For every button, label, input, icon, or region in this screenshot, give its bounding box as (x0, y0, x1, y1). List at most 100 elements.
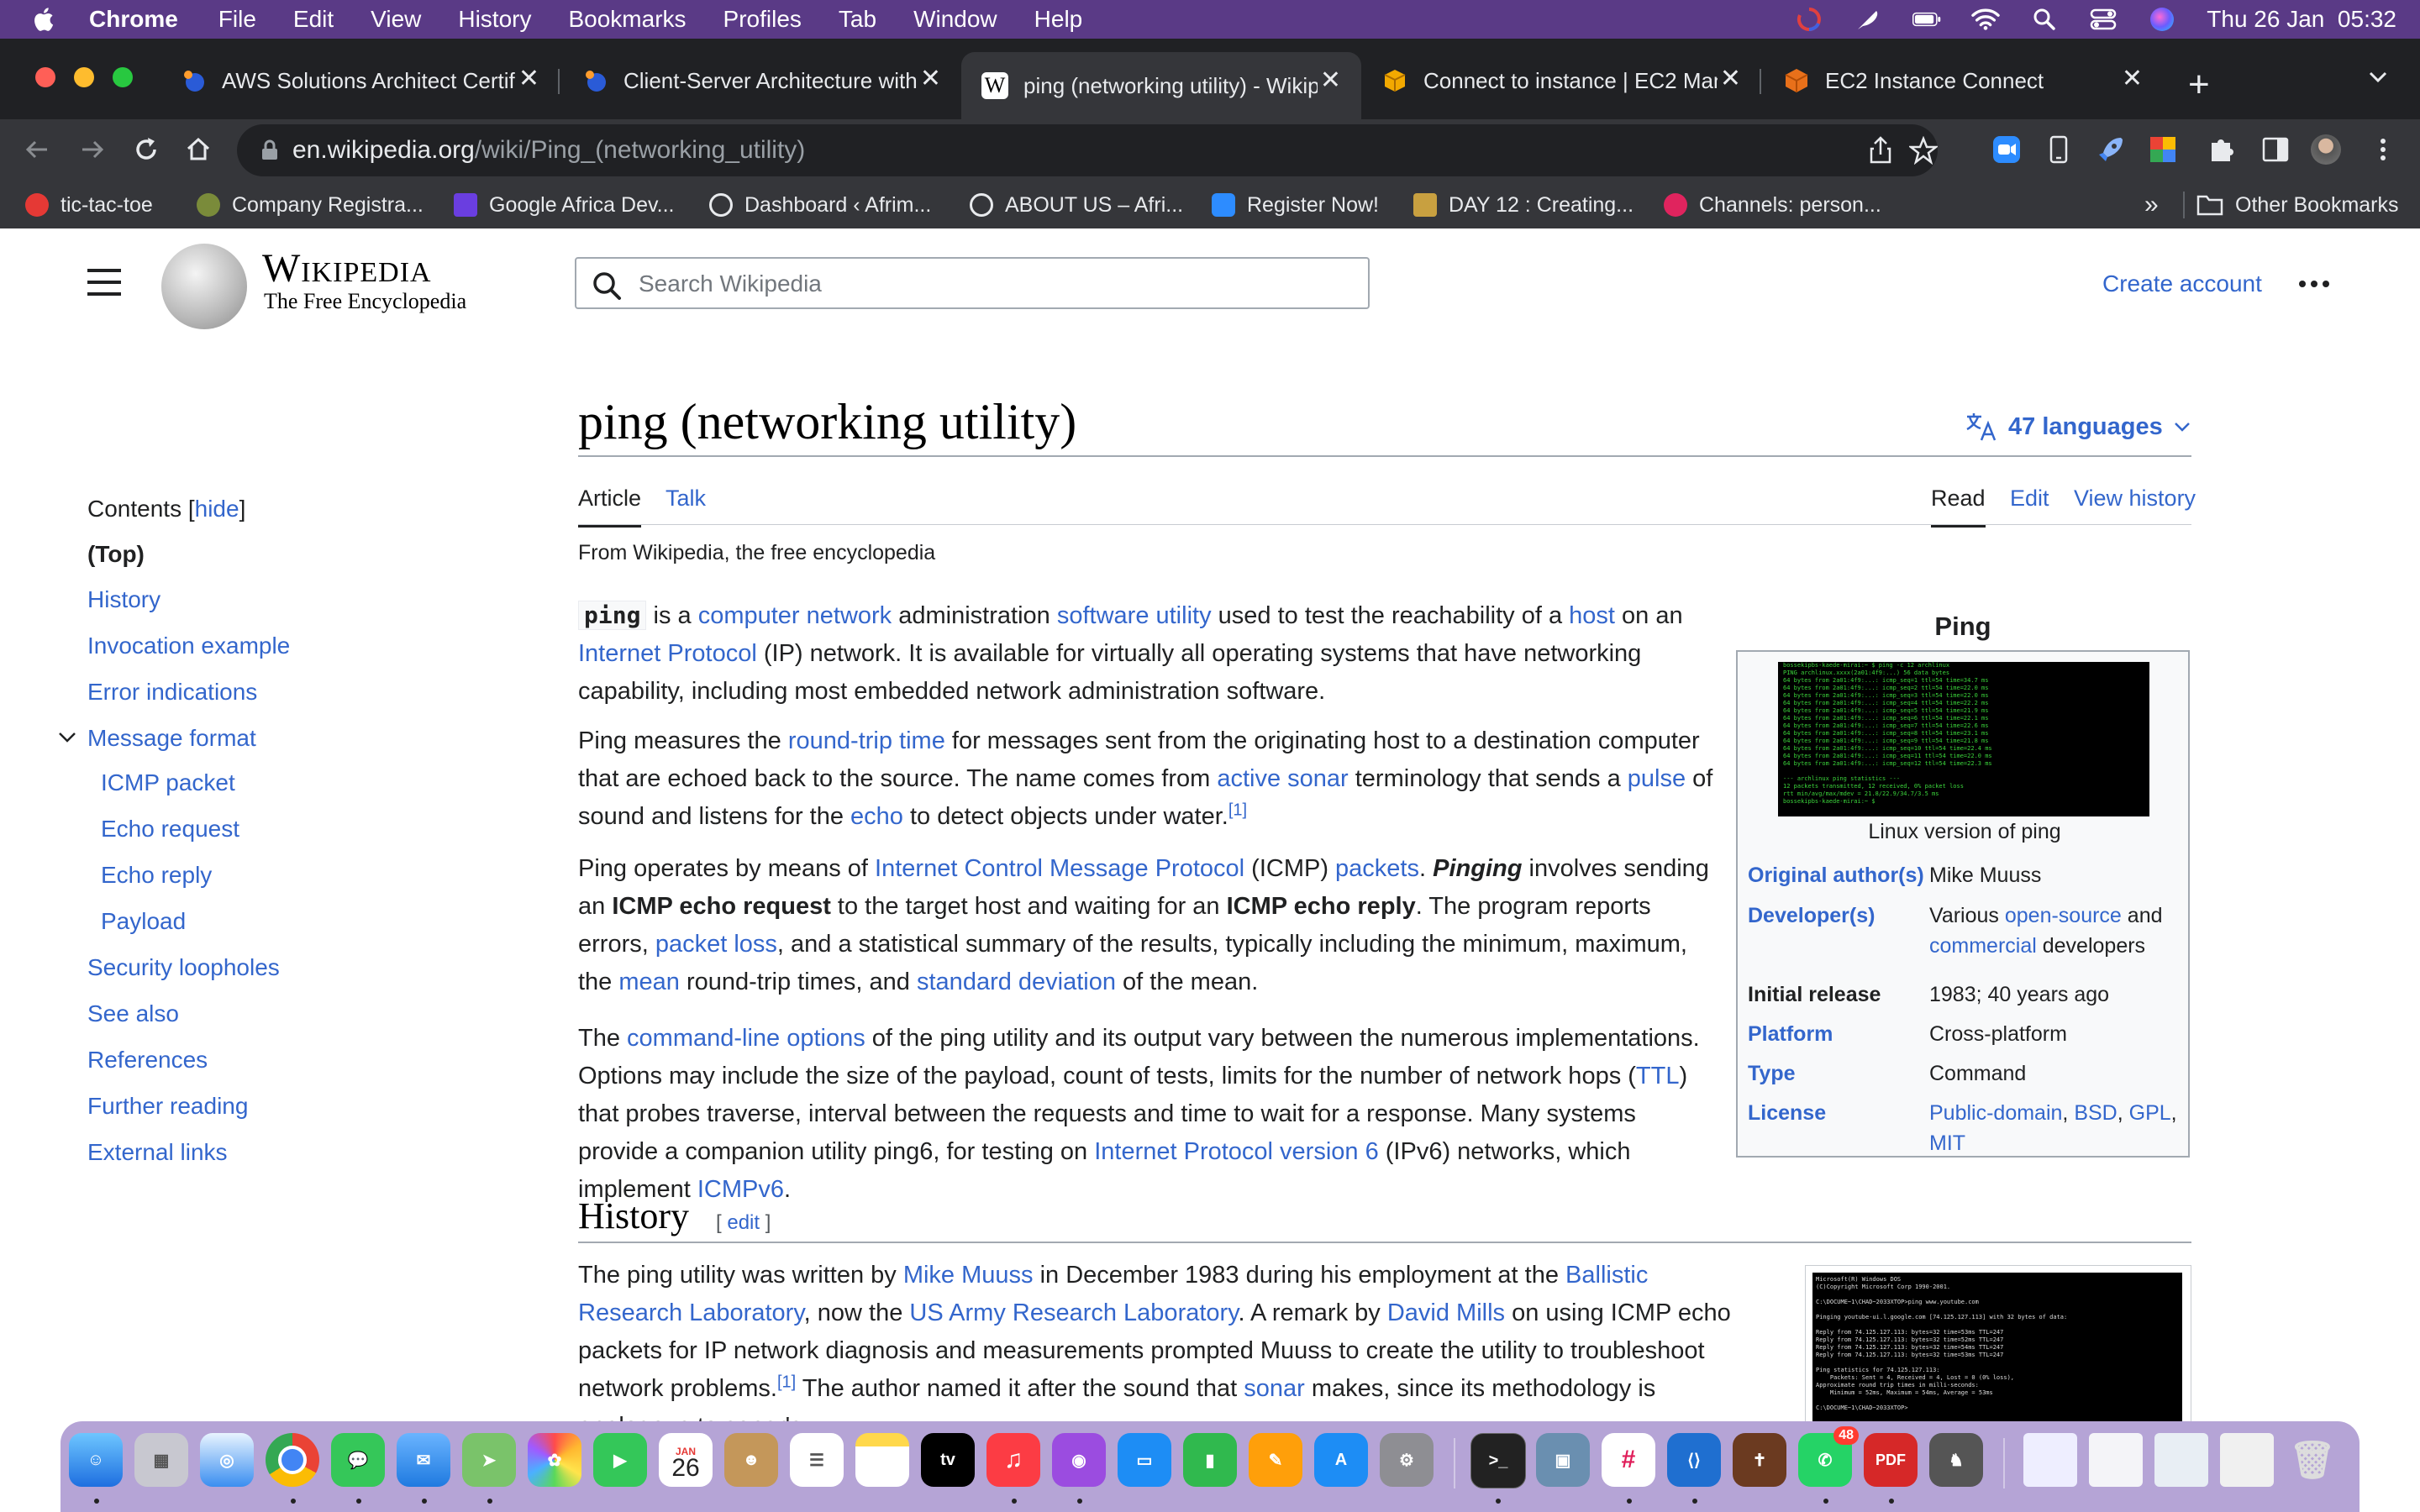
toc-item-echo-reply[interactable]: Echo reply (101, 862, 212, 889)
back-arrow-icon[interactable] (20, 133, 54, 166)
close-tab-icon[interactable]: ✕ (2122, 64, 2143, 93)
menu-help[interactable]: Help (1034, 6, 1083, 33)
minimized-window-thumbnail[interactable] (2220, 1433, 2274, 1487)
menubar-clock[interactable]: Thu 26 Jan 05:32 (2207, 6, 2396, 33)
photos-icon[interactable]: ✿ (528, 1433, 581, 1487)
bible-app-icon[interactable]: ✝ (1733, 1433, 1786, 1487)
link-open-source[interactable]: open-source (2005, 904, 2122, 927)
link-internet-protocol[interactable]: Internet Protocol (578, 640, 757, 667)
create-account-link[interactable]: Create account (2102, 270, 2262, 297)
link-echo[interactable]: echo (850, 803, 903, 830)
profile-avatar[interactable] (2311, 134, 2341, 165)
other-bookmarks-folder[interactable]: Other Bookmarks (2196, 190, 2399, 220)
link-round-trip-time[interactable]: round-trip time (788, 727, 945, 754)
slack-icon[interactable]: # (1602, 1433, 1655, 1487)
close-tab-icon[interactable]: ✕ (1720, 64, 1741, 93)
languages-button[interactable]: 47 languages (1965, 412, 2191, 442)
link-packet-loss[interactable]: packet loss (655, 931, 777, 958)
url-text[interactable]: en.wikipedia.org/wiki/Ping_(networking_u… (292, 136, 805, 165)
link-ipv6[interactable]: Internet Protocol version 6 (1094, 1138, 1379, 1165)
toc-item-icmp-packet[interactable]: ICMP packet (101, 769, 235, 796)
toc-item-references[interactable]: References (87, 1047, 208, 1074)
link-standard-deviation[interactable]: standard deviation (917, 969, 1116, 995)
reload-icon[interactable] (129, 133, 163, 166)
apple-menu-icon[interactable] (30, 6, 55, 33)
side-panel-icon[interactable] (2260, 134, 2291, 165)
menu-bookmarks[interactable]: Bookmarks (568, 6, 686, 33)
link-mit[interactable]: MIT (1929, 1131, 1965, 1155)
link-pulse[interactable]: pulse (1628, 765, 1686, 792)
bookmark-company-registra[interactable]: Company Registra... (197, 190, 424, 220)
wikipedia-wordmark[interactable]: Wikipedia (262, 245, 432, 291)
chrome-menu-icon[interactable] (2368, 134, 2398, 165)
bookmark-register-now[interactable]: Register Now! (1212, 190, 1379, 220)
link-host[interactable]: host (1569, 602, 1615, 629)
minimized-window-thumbnail[interactable] (2089, 1433, 2143, 1487)
tab-talk[interactable]: Talk (666, 486, 706, 512)
wikipedia-globe-logo[interactable] (161, 244, 247, 329)
link-david-mills[interactable]: David Mills (1387, 1299, 1505, 1326)
link-mike-muuss[interactable]: Mike Muuss (1929, 860, 2181, 890)
link-command-line-options[interactable]: command-line options (627, 1025, 865, 1052)
infobox-key[interactable]: Developer(s) (1748, 900, 1924, 931)
infobox-key[interactable]: Type (1748, 1058, 1924, 1089)
link-computer-network[interactable]: computer network (698, 602, 892, 629)
toc-item-further-reading[interactable]: Further reading (87, 1093, 248, 1120)
link-command[interactable]: Command (1929, 1058, 2181, 1089)
finder-icon[interactable]: ☺ (69, 1433, 123, 1487)
pages-icon[interactable]: ✎ (1249, 1433, 1302, 1487)
zoom-extension-icon[interactable] (1991, 134, 2022, 165)
link-us-army-research-laboratory[interactable]: US Army Research Laboratory (909, 1299, 1238, 1326)
home-icon[interactable] (182, 133, 215, 166)
tab-search-chevron-icon[interactable] (2368, 71, 2388, 84)
wifi-icon[interactable] (1971, 8, 2001, 31)
lock-icon[interactable] (260, 139, 279, 161)
podcasts-icon[interactable]: ◉ (1052, 1433, 1106, 1487)
siri-icon[interactable] (2148, 8, 2176, 31)
close-tab-icon[interactable]: ✕ (518, 64, 539, 93)
minimize-window-button[interactable] (74, 67, 94, 87)
bookmark-day-12[interactable]: DAY 12 : Creating... (1413, 190, 1634, 220)
contacts-icon[interactable]: ☻ (724, 1433, 778, 1487)
rocket-extension-icon[interactable] (2096, 134, 2126, 165)
tab-aws-solutions[interactable]: AWS Solutions Architect Certifi ✕ (160, 50, 560, 111)
tab-connect-instance[interactable]: Connect to instance | EC2 Man ✕ (1361, 50, 1761, 111)
toc-item-payload[interactable]: Payload (101, 908, 186, 935)
app-menu-chrome[interactable]: Chrome (89, 6, 178, 33)
close-tab-icon[interactable]: ✕ (1320, 66, 1341, 95)
ping-terminal-screenshot[interactable]: bossekipbs-kaede-mirai:~ $ ping -c 12 ar… (1778, 662, 2149, 816)
whatsapp-icon[interactable]: ✆ 48 (1798, 1426, 1859, 1487)
tab-ping-wikipedia-active[interactable]: W ping (networking utility) - Wikip ✕ (961, 52, 1361, 119)
minimized-window-thumbnail[interactable] (2154, 1433, 2208, 1487)
close-window-button[interactable] (35, 67, 55, 87)
bookmark-star-icon[interactable] (1909, 136, 1938, 165)
infobox-key[interactable]: License (1748, 1098, 1924, 1128)
infobox-key[interactable]: Platform (1748, 1019, 1924, 1049)
link-icmpv6[interactable]: ICMPv6 (697, 1176, 784, 1203)
link-mike-muuss[interactable]: Mike Muuss (903, 1262, 1034, 1289)
close-tab-icon[interactable]: ✕ (920, 64, 941, 93)
messages-icon[interactable]: 💬 (331, 1433, 385, 1487)
infobox-key[interactable]: Original author(s) (1748, 860, 1924, 890)
launchpad-icon[interactable]: ▦ (134, 1433, 188, 1487)
user-menu-more-icon[interactable] (2299, 281, 2329, 287)
link-ttl[interactable]: TTL (1636, 1063, 1680, 1089)
minimized-window-thumbnail[interactable] (2023, 1433, 2077, 1487)
menu-window[interactable]: Window (913, 6, 997, 33)
menu-history[interactable]: History (458, 6, 531, 33)
toc-item-error-indications[interactable]: Error indications (87, 679, 257, 706)
trash-icon[interactable]: 🗑 (2286, 1433, 2339, 1487)
system-settings-icon[interactable]: ⚙ (1380, 1433, 1434, 1487)
toc-item-see-also[interactable]: See also (87, 1000, 179, 1027)
terminal-icon[interactable]: >_ (1470, 1433, 1526, 1488)
tab-client-server[interactable]: Client-Server Architecture with ✕ (561, 50, 961, 111)
menu-tab[interactable]: Tab (839, 6, 876, 33)
bookmark-dashboard-afrim[interactable]: Dashboard ‹ Afrim... (709, 190, 931, 220)
toc-collapse-chevron-icon[interactable] (57, 731, 77, 744)
reference-1[interactable]: [1] (1228, 801, 1247, 819)
reference-1[interactable]: [1] (777, 1373, 796, 1391)
link-active-sonar[interactable]: active sonar (1217, 765, 1348, 792)
pdf-app-icon[interactable]: PDF (1864, 1433, 1918, 1487)
chrome-icon[interactable] (266, 1433, 319, 1487)
toc-item-echo-request[interactable]: Echo request (101, 816, 239, 843)
